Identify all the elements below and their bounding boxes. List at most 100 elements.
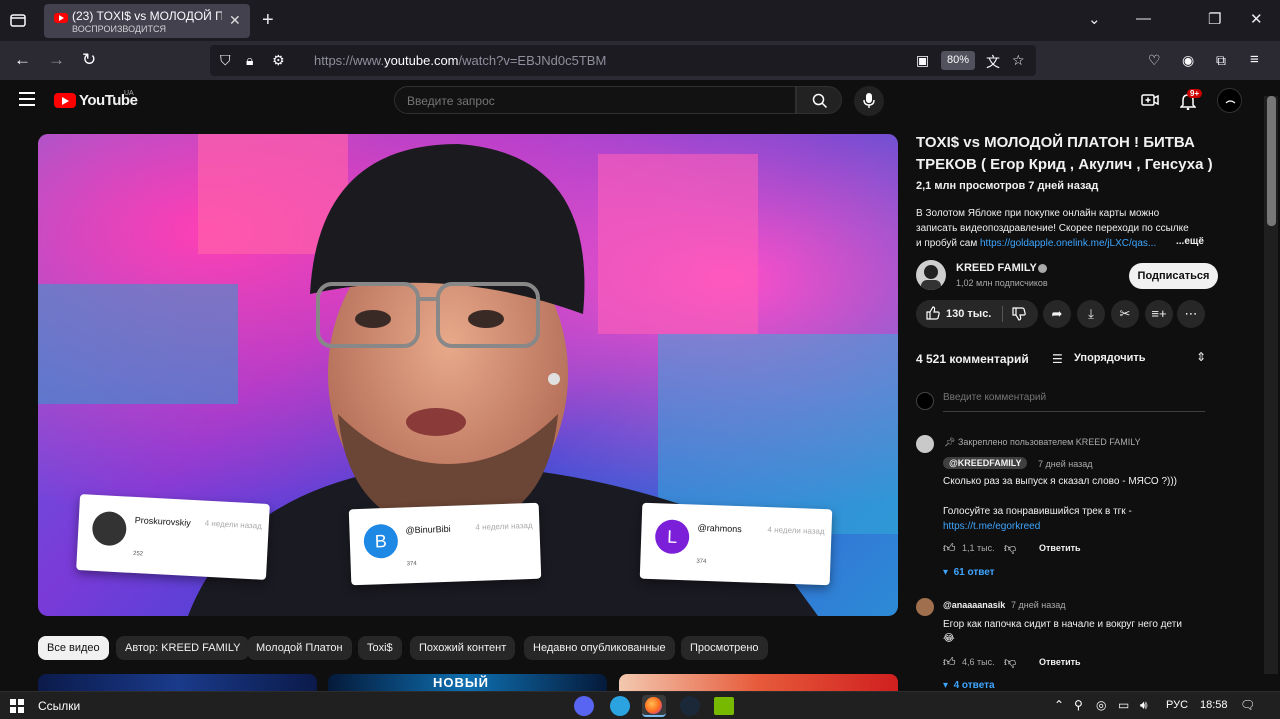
show-hidden-icons-icon[interactable]: ⌃ xyxy=(1054,698,1064,712)
close-window-icon[interactable]: ✕ xyxy=(1250,10,1263,28)
pocket-icon[interactable]: ♡ xyxy=(1148,52,1161,69)
chip-young-platon[interactable]: Молодой Платон xyxy=(247,636,352,660)
minimize-icon[interactable]: — xyxy=(1136,10,1151,27)
more-actions-icon[interactable]: ⋯ xyxy=(1177,300,1205,328)
comment-like-icon[interactable]: 👍︎ xyxy=(943,655,956,670)
comment-author-avatar[interactable] xyxy=(916,435,934,453)
share-icon[interactable]: ➦ xyxy=(1043,300,1071,328)
comment-like-icon[interactable]: 👍︎ xyxy=(943,541,956,556)
channel-avatar[interactable] xyxy=(916,260,946,290)
nvidia-icon[interactable] xyxy=(714,697,734,715)
chip-author[interactable]: Автор: KREED FAMILY xyxy=(116,636,250,660)
subscribe-button[interactable]: Подписаться xyxy=(1129,263,1218,289)
chip-recent[interactable]: Недавно опубликованные xyxy=(524,636,675,660)
url-bar[interactable]: ⛉ 🔒︎ ⚙ https://www.youtube.com/watch?v=E… xyxy=(210,45,1036,76)
chip-all-videos[interactable]: Все видео xyxy=(38,636,109,660)
chevron-down-icon[interactable]: ⌄ xyxy=(1088,10,1101,28)
video-thumbnail[interactable]: НОВЫЙ xyxy=(328,674,607,691)
discord-icon[interactable] xyxy=(574,696,594,716)
chip-watched[interactable]: Просмотрено xyxy=(681,636,768,660)
chip-related[interactable]: Похожий контент xyxy=(410,636,516,660)
scrollbar-thumb[interactable] xyxy=(1267,96,1276,226)
download-icon[interactable]: ⤓ xyxy=(1077,300,1105,328)
search-box[interactable] xyxy=(394,86,796,114)
firefox-icon[interactable] xyxy=(642,695,666,717)
browser-tab[interactable]: (23) TOXI$ vs МОЛОДОЙ ПЛАТОН ! БИТВА ТРЕ… xyxy=(44,4,250,38)
card-likes: 374 xyxy=(696,558,707,565)
restore-icon[interactable]: ❐ xyxy=(1208,10,1221,28)
search-input[interactable] xyxy=(407,94,777,108)
hamburger-menu-icon[interactable] xyxy=(19,92,35,110)
comment-dislike-icon[interactable]: 👎︎ xyxy=(1004,655,1016,670)
telegram-icon[interactable] xyxy=(610,696,630,716)
notifications-center-icon[interactable]: 🗨︎ xyxy=(1240,698,1255,712)
sort-button[interactable]: Упорядочить xyxy=(1074,352,1146,364)
account-icon[interactable]: ◉ xyxy=(1182,52,1194,69)
comment-link[interactable]: https://t.me/egorkreed xyxy=(943,519,1040,534)
show-replies-button[interactable]: ▾ 4 ответа xyxy=(943,680,995,691)
lock-icon[interactable]: 🔒︎ xyxy=(246,52,253,69)
comment-text: Голосуйте за понравившийся трек в тгк - xyxy=(943,506,1132,517)
country-code: UA xyxy=(124,90,134,97)
comment-time[interactable]: 7 дней назад xyxy=(1011,600,1066,610)
volume-icon[interactable]: 🔊︎ xyxy=(1140,698,1148,713)
reply-button[interactable]: Ответить xyxy=(1039,657,1081,667)
comment-dislike-icon[interactable]: 👎︎ xyxy=(1004,541,1016,556)
chip-toxis[interactable]: Toxi$ xyxy=(358,636,402,660)
forward-icon[interactable]: → xyxy=(48,50,65,70)
url-text[interactable]: https://www.youtube.com/watch?v=EBJNd0c5… xyxy=(314,53,606,68)
video-description[interactable]: В Золотом Яблоке при покупке онлайн карт… xyxy=(916,206,1216,251)
steam-icon[interactable] xyxy=(680,696,700,716)
reply-button[interactable]: Ответить xyxy=(1039,543,1081,553)
network-icon[interactable]: ▭ xyxy=(1118,698,1129,712)
thumbs-down-icon[interactable] xyxy=(1012,307,1026,326)
steam-tray-icon[interactable]: ◎ xyxy=(1096,698,1106,712)
channel-name[interactable]: KREED FAMILY xyxy=(956,262,1037,274)
video-thumbnail[interactable] xyxy=(619,674,898,691)
comment-time[interactable]: 7 дней назад xyxy=(1038,459,1093,469)
links-toolbar[interactable]: Ссылки xyxy=(38,699,80,713)
comment-author[interactable]: @KREEDFAMILY xyxy=(943,457,1028,469)
tray-app-icon[interactable]: ⚲ xyxy=(1074,698,1083,712)
show-more-link[interactable]: ...ещё xyxy=(1176,236,1204,247)
zoom-level[interactable]: 80% xyxy=(941,51,975,70)
tab-list-icon[interactable] xyxy=(8,10,30,32)
app-menu-icon[interactable]: ≡ xyxy=(1250,51,1259,68)
expand-collapse-icon[interactable]: ⇕ xyxy=(1196,350,1206,364)
save-to-playlist-icon[interactable]: ≡+ xyxy=(1145,300,1173,328)
description-link[interactable]: https://goldapple.onelink.me/jLXC/qas... xyxy=(980,238,1156,249)
comment-input[interactable] xyxy=(943,392,1205,412)
translate-icon[interactable]: 文 xyxy=(986,52,1000,72)
picture-in-picture-icon[interactable]: ▣ xyxy=(916,52,929,69)
close-tab-icon[interactable]: ✕ xyxy=(229,12,241,29)
new-tab-icon[interactable]: + xyxy=(262,9,274,32)
video-thumbnail[interactable] xyxy=(38,674,317,691)
user-avatar[interactable] xyxy=(1217,88,1242,113)
thumbs-up-icon[interactable] xyxy=(926,306,940,325)
clip-scissors-icon[interactable]: ✂ xyxy=(1111,300,1139,328)
search-button[interactable] xyxy=(796,86,842,114)
video-player[interactable]: Proskurovskiy 4 недели назад 252 B @Binu… xyxy=(38,134,898,616)
bookmark-star-icon[interactable]: ☆ xyxy=(1012,52,1025,69)
clock[interactable]: 18:58 xyxy=(1200,699,1228,711)
page-scrollbar[interactable] xyxy=(1264,96,1278,674)
description-line: и пробуй сам https://goldapple.onelink.m… xyxy=(916,238,1157,249)
voice-search-button[interactable] xyxy=(854,86,884,116)
reload-icon[interactable]: ↻ xyxy=(82,50,96,70)
youtube-logo-icon[interactable] xyxy=(54,93,76,108)
comment-author-avatar[interactable] xyxy=(916,598,934,616)
show-replies-button[interactable]: ▾ 61 ответ xyxy=(943,567,995,578)
shield-icon[interactable]: ⛉ xyxy=(220,52,231,69)
like-count[interactable]: 130 тыс. xyxy=(946,308,991,320)
windows-start-icon[interactable] xyxy=(10,699,24,713)
comment-author[interactable]: @anaaaanasik xyxy=(943,600,1005,610)
input-language[interactable]: РУС xyxy=(1166,699,1188,711)
card-time: 4 недели назад xyxy=(475,520,533,532)
back-icon[interactable]: ← xyxy=(14,50,31,70)
verified-check-icon xyxy=(1038,264,1047,273)
card-author: @BinurBibi xyxy=(405,523,451,536)
create-video-icon[interactable] xyxy=(1141,92,1159,113)
permissions-icon[interactable]: ⚙ xyxy=(272,52,285,69)
sort-icon[interactable]: ☰ xyxy=(1052,352,1063,366)
extensions-icon[interactable]: ⧉ xyxy=(1216,52,1226,69)
